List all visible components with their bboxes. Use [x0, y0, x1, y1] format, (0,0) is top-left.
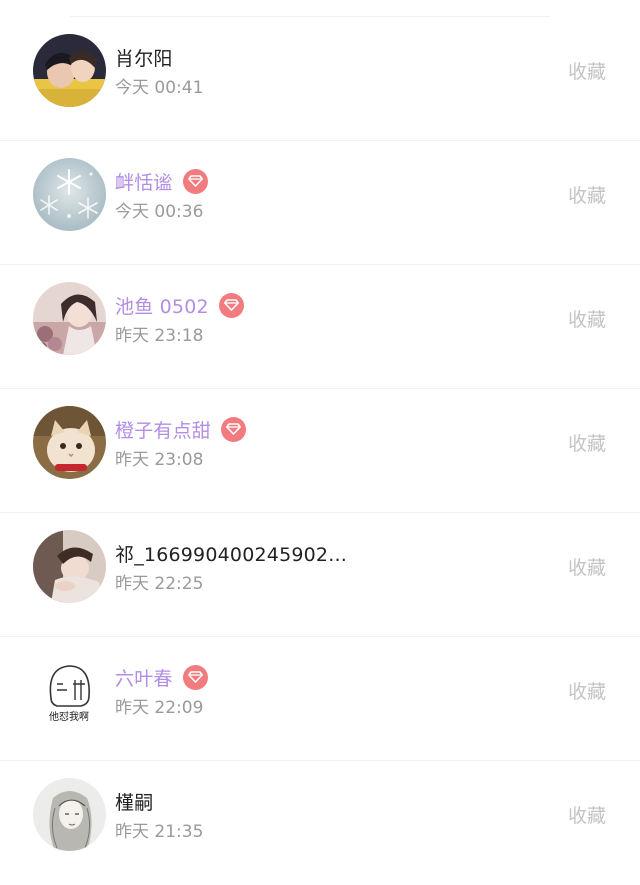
list-item[interactable]: 衅恬谧 今天 00:36 收藏: [0, 141, 640, 265]
avatar[interactable]: [33, 406, 106, 479]
avatar[interactable]: [33, 778, 106, 851]
list-item[interactable]: 槿嗣 昨天 21:35 收藏: [0, 761, 640, 885]
cartoon-sticker-avatar-icon: 他怼我啊: [33, 654, 106, 727]
name-line: 池鱼 0502: [115, 292, 244, 318]
favorite-button[interactable]: 收藏: [568, 181, 606, 208]
list-item[interactable]: 肖尔阳 今天 00:41 收藏: [0, 17, 640, 141]
name-line: 衅恬谧: [115, 168, 208, 194]
name-line: 祁_166990400245902...: [115, 540, 347, 566]
visit-time: 昨天 23:18: [115, 326, 204, 346]
couple-photo-avatar-icon: [33, 34, 106, 107]
favorite-button[interactable]: 收藏: [568, 429, 606, 456]
visitor-name[interactable]: 祁_166990400245902...: [115, 540, 347, 567]
avatar[interactable]: [33, 158, 106, 231]
girl-flowers-avatar-icon: [33, 282, 106, 355]
visit-time: 今天 00:41: [115, 78, 204, 98]
list-item[interactable]: 祁_166990400245902... 昨天 22:25 收藏: [0, 513, 640, 637]
visitor-name[interactable]: 池鱼 0502: [115, 292, 209, 319]
list-item[interactable]: 池鱼 0502 昨天 23:18 收藏: [0, 265, 640, 389]
visitor-list: 肖尔阳 今天 00:41 收藏 衅恬谧 今天 00:36 收藏 池鱼 0502 …: [0, 17, 640, 885]
favorite-button[interactable]: 收藏: [568, 57, 606, 84]
list-item[interactable]: 他怼我啊 六叶春 昨天 22:09 收藏: [0, 637, 640, 761]
visit-time: 昨天 21:35: [115, 822, 204, 842]
visitor-name[interactable]: 六叶春: [115, 664, 173, 691]
sticker-caption: 他怼我啊: [49, 710, 89, 723]
vip-diamond-icon: [182, 168, 208, 194]
vip-diamond-icon: [221, 416, 247, 442]
vip-diamond-icon: [182, 664, 208, 690]
favorite-button[interactable]: 收藏: [568, 801, 606, 828]
list-item[interactable]: 橙子有点甜 昨天 23:08 收藏: [0, 389, 640, 513]
avatar[interactable]: [33, 282, 106, 355]
favorite-button[interactable]: 收藏: [568, 553, 606, 580]
name-line: 橙子有点甜: [115, 416, 247, 443]
favorite-button[interactable]: 收藏: [568, 677, 606, 704]
sketch-girl-avatar-icon: [33, 778, 106, 851]
visit-time: 今天 00:36: [115, 202, 204, 222]
vip-diamond-icon: [218, 292, 244, 318]
sleeping-girl-avatar-icon: [33, 530, 106, 603]
avatar[interactable]: [33, 530, 106, 603]
cat-avatar-icon: [33, 406, 106, 479]
visitor-name[interactable]: 槿嗣: [115, 788, 153, 815]
visitor-name[interactable]: 衅恬谧: [115, 168, 173, 195]
name-line: 肖尔阳: [115, 44, 173, 70]
visit-time: 昨天 22:09: [115, 698, 204, 718]
name-line: 槿嗣: [115, 788, 153, 814]
avatar[interactable]: [33, 34, 106, 107]
favorite-button[interactable]: 收藏: [568, 305, 606, 332]
snowflake-avatar-icon: [33, 158, 106, 231]
name-line: 六叶春: [115, 664, 208, 690]
avatar[interactable]: 他怼我啊: [33, 654, 106, 727]
visitor-name[interactable]: 肖尔阳: [115, 44, 173, 71]
visitor-name[interactable]: 橙子有点甜: [115, 416, 211, 443]
visit-time: 昨天 22:25: [115, 574, 204, 594]
visit-time: 昨天 23:08: [115, 450, 204, 470]
